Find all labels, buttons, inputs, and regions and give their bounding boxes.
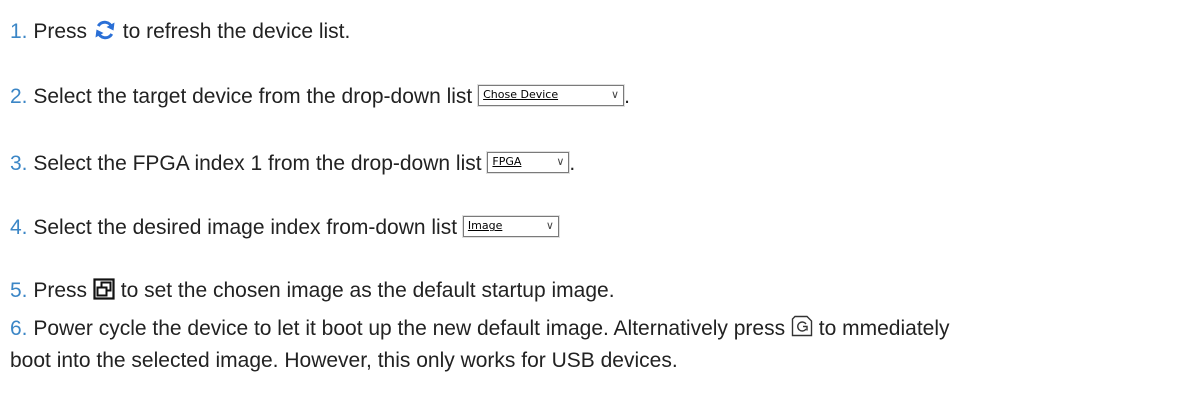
step-text: to set the chosen image as the default s…: [120, 279, 615, 302]
step-number: 2.: [10, 85, 28, 108]
step-5: 5. Press to set the chosen image as the …: [10, 275, 615, 307]
step-2: 2. Select the target device from the dro…: [10, 81, 630, 113]
step-text: Select the desired image index from-down…: [33, 216, 458, 239]
step-text: Press: [33, 20, 88, 43]
step-text: to mmediately: [818, 317, 950, 340]
step-1: 1. Press to refresh the device list.: [10, 16, 350, 48]
step-text: to refresh the device list.: [122, 20, 351, 43]
step-text: .: [569, 152, 576, 175]
fpga-dropdown-label: FPGA: [492, 155, 522, 169]
image-dropdown-label: Image: [467, 219, 503, 233]
boot-icon[interactable]: [791, 315, 813, 337]
device-dropdown-label: Chose Device: [483, 88, 559, 102]
set-default-icon[interactable]: [93, 278, 115, 301]
step-number: 3.: [10, 152, 28, 175]
chevron-down-icon: ∨: [545, 219, 554, 233]
step-4: 4. Select the desired image index from-d…: [10, 212, 559, 244]
device-dropdown[interactable]: Chose Device ∨: [478, 84, 625, 106]
step-text: Select the target device from the drop-d…: [33, 85, 473, 108]
chevron-down-icon: ∨: [611, 88, 620, 102]
step-text: Press: [33, 279, 88, 302]
step-number: 6.: [10, 317, 28, 340]
refresh-icon[interactable]: [93, 18, 117, 42]
fpga-dropdown[interactable]: FPGA ∨: [487, 151, 570, 173]
step-text: .: [624, 85, 630, 108]
step-number: 5.: [10, 279, 28, 302]
chevron-down-icon: ∨: [556, 155, 565, 169]
step-number: 4.: [10, 216, 28, 239]
image-dropdown[interactable]: Image ∨: [462, 215, 559, 237]
step-number: 1.: [10, 20, 28, 43]
step-6: 6. Power cycle the device to let it boot…: [10, 313, 950, 345]
step-text: Select the FPGA index 1 from the drop-do…: [33, 152, 482, 175]
step-3: 3. Select the FPGA index 1 from the drop…: [10, 148, 575, 180]
step-text: Power cycle the device to let it boot up…: [33, 317, 786, 340]
step-6-continuation: boot into the selected image. However, t…: [10, 349, 678, 372]
